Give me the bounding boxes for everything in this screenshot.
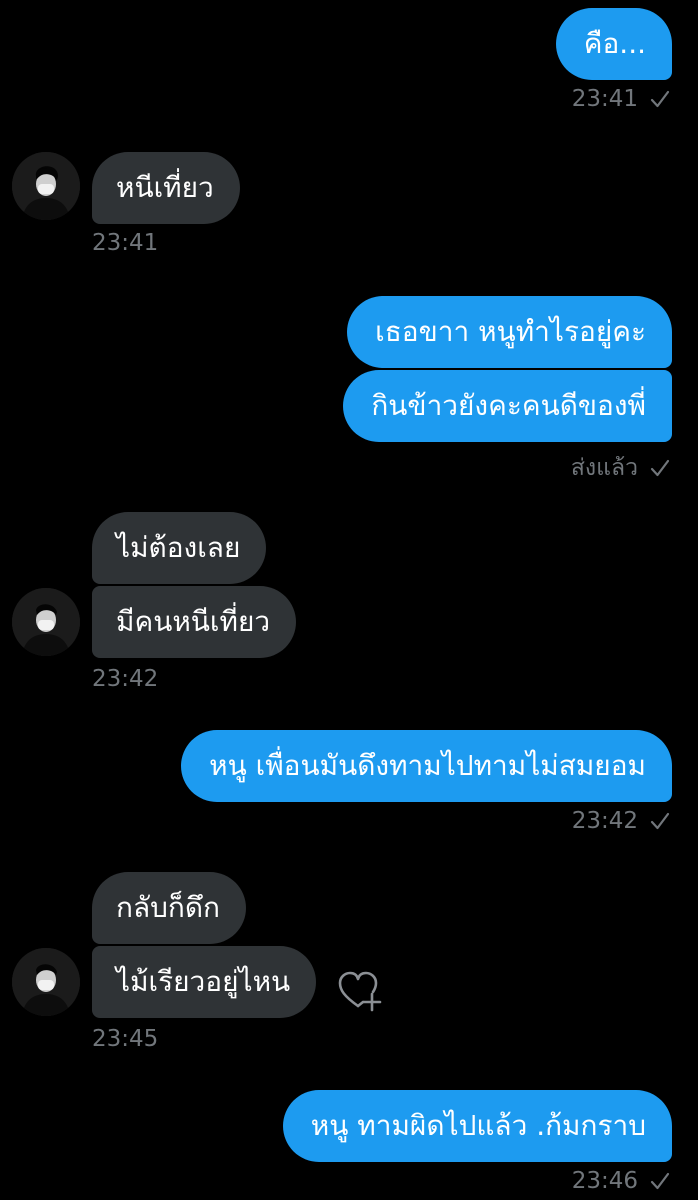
avatar[interactable] — [12, 588, 80, 656]
avatar[interactable] — [12, 948, 80, 1016]
message-bubble-outgoing[interactable]: คือ... — [555, 8, 672, 80]
message-bubble-outgoing[interactable]: หนู เพื่อนมันดึงทามไปทามไม่สมยอม — [181, 730, 672, 802]
check-icon — [650, 811, 670, 831]
message-time: 23:46 — [571, 1168, 638, 1194]
message-meta: 23:46 — [572, 1168, 670, 1194]
message-bubble-outgoing[interactable]: หนู ทามผิดไปแล้ว .ก้มกราบ — [282, 1090, 672, 1162]
message-bubble-incoming[interactable]: มีคนหนีเที่ยว — [92, 586, 297, 658]
message-bubble-incoming[interactable]: ไม่ต้องเลย — [92, 512, 267, 584]
message-meta: 23:42 — [572, 808, 670, 834]
check-icon — [650, 458, 670, 478]
message-meta: 23:41 — [572, 86, 670, 112]
message-status: ส่งแล้ว — [570, 455, 638, 481]
message-bubble-incoming[interactable]: หนีเที่ยว — [92, 152, 240, 224]
message-bubble-outgoing[interactable]: เธอขาา หนูทำไรอยู่คะ — [347, 296, 672, 368]
avatar[interactable] — [12, 152, 80, 220]
message-bubble-outgoing[interactable]: กินข้าวยังคะคนดีของพี่ — [343, 370, 672, 442]
message-bubble-incoming[interactable]: กลับก็ดึก — [92, 872, 246, 944]
message-time: 23:41 — [571, 86, 638, 112]
message-time: 23:41 — [92, 230, 159, 256]
check-icon — [650, 1171, 670, 1191]
message-time: 23:42 — [92, 666, 159, 692]
message-time: 23:42 — [571, 808, 638, 834]
heart-plus-icon[interactable] — [334, 966, 384, 1016]
check-icon — [650, 89, 670, 109]
message-meta: ส่งแล้ว — [571, 450, 670, 486]
message-time: 23:45 — [92, 1026, 159, 1052]
message-bubble-incoming[interactable]: ไม้เรียวอยู่ไหน — [92, 946, 317, 1018]
